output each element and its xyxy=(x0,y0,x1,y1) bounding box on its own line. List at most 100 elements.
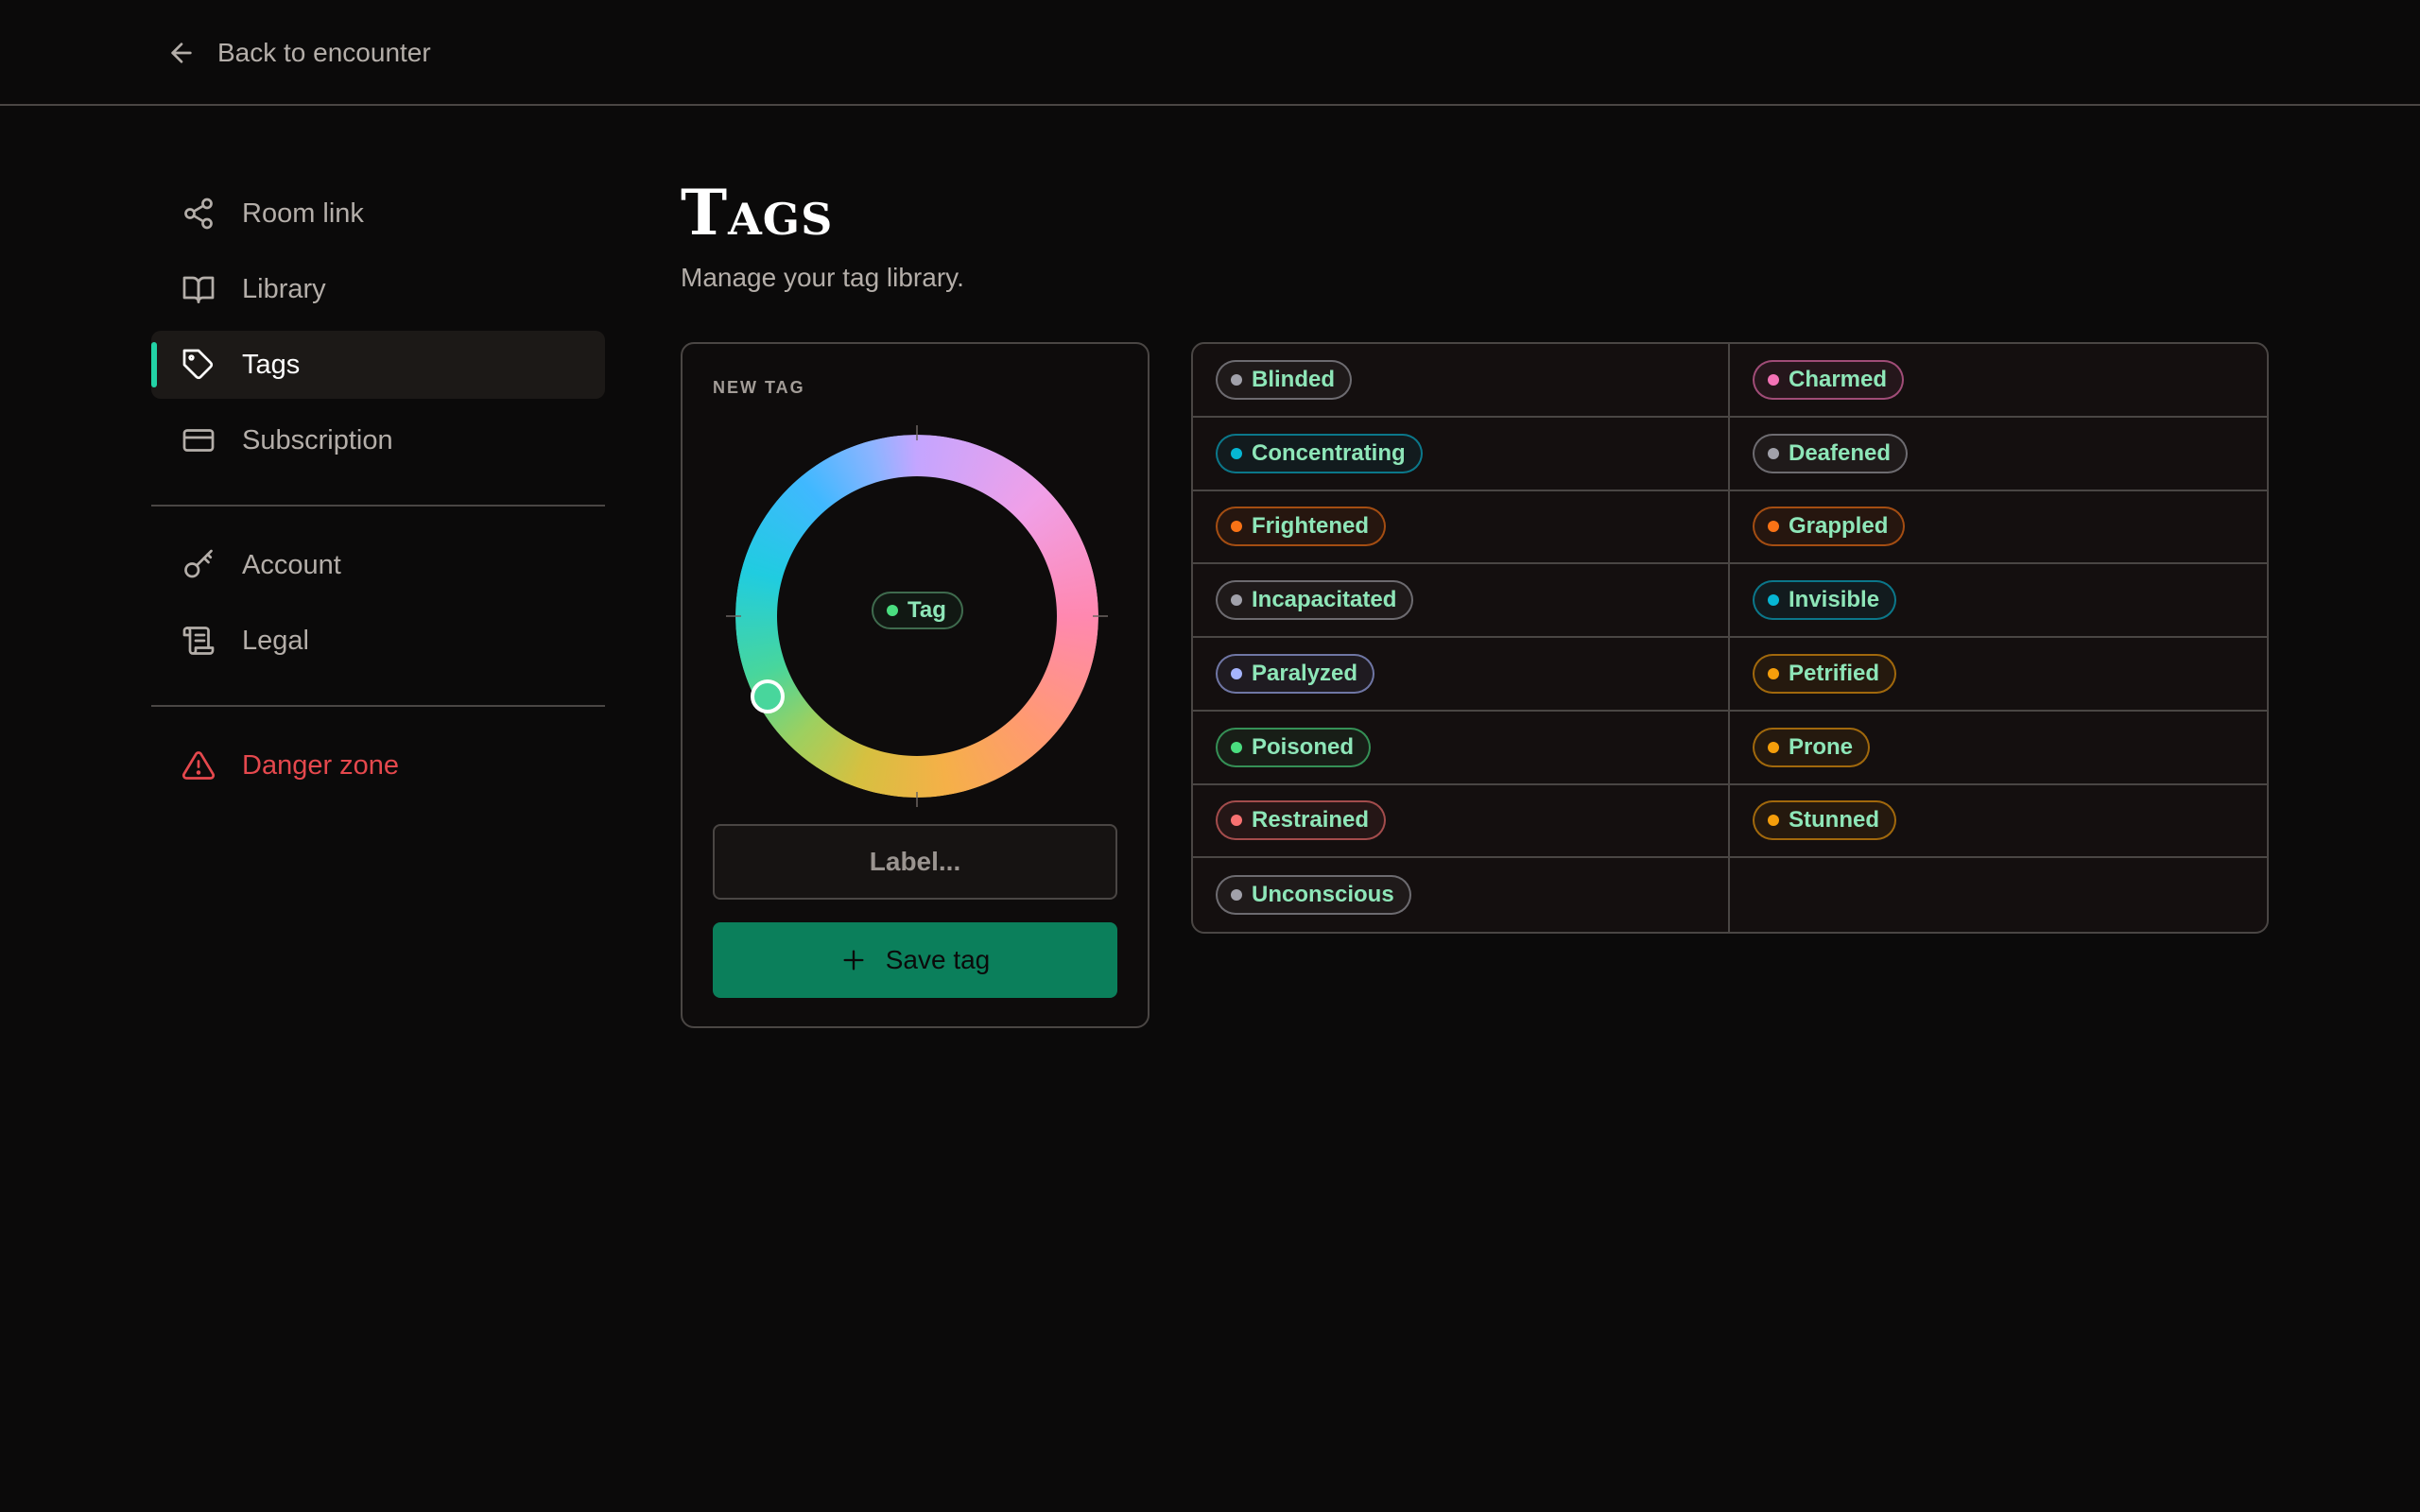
tag-pill[interactable]: Charmed xyxy=(1753,359,1905,400)
sidebar-item-label: Library xyxy=(242,273,326,304)
sidebar-item-tags[interactable]: Tags xyxy=(151,331,605,399)
tag-label: Blinded xyxy=(1252,366,1335,392)
tag-preview: Tag xyxy=(872,592,963,629)
tag-pill[interactable]: Paralyzed xyxy=(1216,653,1375,694)
arrow-left-icon xyxy=(171,43,192,63)
sidebar-divider xyxy=(151,505,605,507)
tag-label: Prone xyxy=(1789,733,1854,760)
tag-label-input[interactable] xyxy=(713,824,1117,900)
tag-cell: Grappled xyxy=(1730,491,2267,565)
tag-preview-label: Tag xyxy=(908,597,946,623)
tag-cell: Unconscious xyxy=(1193,858,1730,932)
tag-label: Charmed xyxy=(1789,366,1888,392)
tag-pill[interactable]: Stunned xyxy=(1753,800,1896,841)
page-title: Tags xyxy=(681,176,834,249)
save-tag-label: Save tag xyxy=(885,945,991,974)
new-tag-heading: NEW TAG xyxy=(713,378,805,397)
book-open-icon xyxy=(182,276,215,303)
tag-color-dot xyxy=(1231,447,1242,459)
tag-color-dot xyxy=(1231,889,1242,902)
tag-color-dot xyxy=(1231,741,1242,753)
sidebar-item-label: Room link xyxy=(242,198,364,229)
tag-pill[interactable]: Incapacitated xyxy=(1216,580,1414,621)
tag-pill[interactable]: Prone xyxy=(1753,727,1871,767)
sidebar-divider xyxy=(151,705,605,707)
tag-color-dot xyxy=(1231,373,1242,386)
sidebar-item-account[interactable]: Account xyxy=(151,531,605,599)
tag-library-grid: Blinded Charmed Concentrating Deafened Frigh… xyxy=(1191,342,2269,934)
save-tag-button[interactable]: Save tag xyxy=(713,922,1117,998)
tag-preview-pill: Tag xyxy=(872,592,963,629)
settings-sidebar: Room link Library Tags Subscription Acco… xyxy=(151,180,605,807)
sidebar-item-danger-zone[interactable]: Danger zone xyxy=(151,731,605,799)
tag-label: Incapacitated xyxy=(1252,587,1397,613)
tag-label: Grappled xyxy=(1789,513,1889,540)
tag-cell: Petrified xyxy=(1730,638,2267,712)
tag-pill[interactable]: Invisible xyxy=(1753,580,1897,621)
sidebar-item-label: Legal xyxy=(242,625,309,656)
tag-cell: Invisible xyxy=(1730,564,2267,638)
color-wheel-handle[interactable] xyxy=(751,679,785,713)
tag-pill[interactable]: Concentrating xyxy=(1216,433,1423,473)
sidebar-item-label: Tags xyxy=(242,349,301,380)
sidebar-item-subscription[interactable]: Subscription xyxy=(151,406,605,474)
back-to-encounter-link[interactable]: Back to encounter xyxy=(166,34,431,72)
tag-color-dot xyxy=(1768,521,1779,533)
tag-cell: Deafened xyxy=(1730,418,2267,491)
tag-label: Petrified xyxy=(1789,660,1880,686)
tag-label: Unconscious xyxy=(1252,882,1394,908)
tag-label: Deafened xyxy=(1789,439,1892,466)
key-icon xyxy=(184,549,213,578)
scroll-icon xyxy=(182,627,215,655)
tag-pill[interactable]: Grappled xyxy=(1753,507,1906,547)
tag-cell: Paralyzed xyxy=(1193,638,1730,712)
tag-cell: Incapacitated xyxy=(1193,564,1730,638)
tag-pill[interactable]: Petrified xyxy=(1753,653,1897,694)
tag-label: Restrained xyxy=(1252,807,1370,833)
sidebar-item-label: Account xyxy=(242,549,341,580)
tag-icon xyxy=(182,349,214,380)
tag-color-dot xyxy=(1768,741,1779,753)
sidebar-item-library[interactable]: Library xyxy=(151,255,605,323)
tag-color-dot xyxy=(1231,667,1242,679)
empty-tag-cell xyxy=(1730,858,2267,932)
tag-pill[interactable]: Frightened xyxy=(1216,507,1386,547)
tag-color-dot xyxy=(1231,594,1242,607)
tag-pill[interactable]: Blinded xyxy=(1216,359,1352,400)
tag-cell: Blinded xyxy=(1193,344,1730,418)
tag-pill[interactable]: Unconscious xyxy=(1216,875,1411,916)
warning-triangle-icon xyxy=(182,751,216,780)
tag-color-dot xyxy=(1768,667,1779,679)
tag-cell: Stunned xyxy=(1730,785,2267,859)
sidebar-item-label: Subscription xyxy=(242,424,393,455)
top-bar: Back to encounter xyxy=(0,0,2420,106)
tag-cell: Charmed xyxy=(1730,344,2267,418)
page-subtitle: Manage your tag library. xyxy=(681,263,964,292)
sidebar-item-room-link[interactable]: Room link xyxy=(151,180,605,248)
tag-cell: Concentrating xyxy=(1193,417,1730,491)
tag-color-dot xyxy=(887,605,898,616)
plus-icon xyxy=(843,950,864,971)
tag-label: Concentrating xyxy=(1252,439,1406,466)
new-tag-card: NEW TAG Tag Save tag xyxy=(681,342,1150,1028)
sidebar-item-label: Danger zone xyxy=(242,749,400,781)
tag-label: Frightened xyxy=(1252,513,1369,540)
tag-pill[interactable]: Deafened xyxy=(1753,433,1909,473)
tag-label: Stunned xyxy=(1789,807,1879,833)
tag-color-dot xyxy=(1231,521,1242,533)
tag-label: Paralyzed xyxy=(1252,660,1358,686)
tag-label: Invisible xyxy=(1789,587,1880,613)
tag-pill[interactable]: Restrained xyxy=(1216,800,1387,841)
tag-cell: Restrained xyxy=(1193,784,1730,859)
tag-cell: Frightened xyxy=(1193,490,1730,565)
credit-card-icon xyxy=(182,429,215,452)
tag-color-dot xyxy=(1768,373,1779,386)
tag-pill[interactable]: Poisoned xyxy=(1216,727,1372,767)
tag-color-dot xyxy=(1231,815,1242,827)
share-icon xyxy=(184,198,213,230)
tag-cell: Prone xyxy=(1730,712,2267,785)
tag-color-dot xyxy=(1768,594,1779,607)
tag-label: Poisoned xyxy=(1252,733,1355,760)
tag-color-dot xyxy=(1768,447,1779,459)
sidebar-item-legal[interactable]: Legal xyxy=(151,607,605,675)
